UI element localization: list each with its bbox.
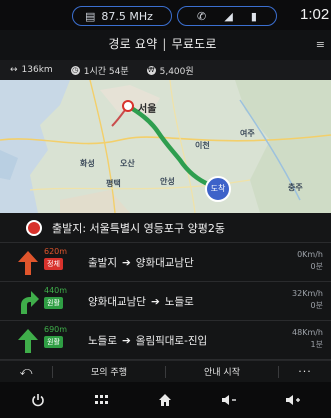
distance-icon: ↔ [10,65,18,75]
traffic-badge: 정체 [44,258,63,270]
time-value: 1시간 54분 [83,66,129,77]
step-stats: 0Km/h 0분 [297,249,323,273]
step-distance: 690m [44,325,68,334]
step-speed: 0Km/h [297,250,323,259]
straight-arrow-icon [18,329,38,353]
right-arrow-icon: ➔ [150,296,160,308]
map-label-osan: 오산 [120,159,135,168]
origin-text: 출발지: 서울특별시 영등포구 양평2동 [52,221,225,235]
right-arrow-icon: ➔ [121,257,131,269]
step-row-2[interactable]: 440m 원활 양화대교남단 ➔ 노들로 32Km/h 0분 [0,282,331,321]
map-label-chungju: 충주 [288,183,303,192]
map-label-hwaseong: 화성 [80,159,95,168]
step-route: 양화대교남단 ➔ 노들로 [88,294,194,309]
step-to: 올림픽대로-진입 [135,335,208,347]
bottom-nav [0,382,331,418]
origin-flag-icon [26,219,42,236]
title-separator: | [162,37,167,51]
step-speed: 32Km/h [292,289,323,298]
step-minutes: 1분 [310,340,323,349]
action-bar: ⤺ 모의 주행 안내 시작 ··· [0,360,331,382]
step-distance: 620m [44,247,68,256]
step-list: 620m 정체 출발지 ➔ 양화대교남단 0Km/h 0분 440m 원활 양화대교… [0,243,331,360]
apps-grid-icon [94,395,108,404]
radio-pill[interactable]: ▤ 87.5 MHz [72,6,172,26]
step-route: 노들로 ➔ 올림픽대로-진입 [88,333,207,348]
start-guidance-button[interactable]: 안내 시작 [166,365,278,378]
navigation-screen: ▤ 87.5 MHz ✆ ◢ ▮ 1:02 경로 요약 | 무료도로 ≡ ↔ 136… [0,0,331,418]
home-icon [159,394,172,406]
simulate-drive-button[interactable]: 모의 주행 [53,365,165,378]
route-map[interactable]: 서울 화성 오산 평택 이천 여주 안성 충주 [0,80,331,213]
clock-icon: ◷ [70,65,80,75]
destination-label: 도착 [210,184,226,193]
radio-icon: ▤ [85,9,96,23]
step-distance: 440m [44,286,68,295]
page-title: 경로 요약 | 무료도로 [60,35,265,52]
battery-icon: ▮ [250,9,257,23]
destination-pin[interactable]: 도착 [205,176,231,202]
radio-frequency: 87.5 MHz [101,9,153,23]
step-row-1[interactable]: 620m 정체 출발지 ➔ 양화대교남단 0Km/h 0분 [0,243,331,282]
summary-distance: ↔ 136km [10,65,53,75]
volume-down-icon [222,395,237,405]
step-minutes: 0분 [310,262,323,271]
back-arrow-icon: ⤺ [19,364,33,378]
straight-arrow-icon [18,251,38,275]
volume-up-icon [286,395,301,405]
traffic-badge: 원활 [44,336,63,348]
step-route: 출발지 ➔ 양화대교남단 [88,255,194,270]
volume-up-button[interactable] [275,386,311,414]
toll-value: 5,400원 [159,66,194,77]
step-from: 양화대교남단 [88,296,146,308]
map-label-icheon: 이천 [195,141,210,150]
step-stats: 32Km/h 0분 [292,288,323,312]
options-icon[interactable]: ≡ [316,38,325,51]
right-arrow-icon: ➔ [121,335,131,347]
summary-toll: ₩ 5,400원 [146,64,194,77]
power-button[interactable] [20,386,56,414]
step-to: 양화대교남단 [135,257,194,269]
step-speed: 48Km/h [292,328,323,337]
power-icon [32,394,44,407]
back-button[interactable]: ⤺ [0,364,52,379]
phone-icon: ✆ [197,9,207,23]
volume-down-button[interactable] [211,386,247,414]
more-button[interactable]: ··· [279,365,331,378]
toll-icon: ₩ [146,65,156,75]
map-label-seoul: 서울 [138,104,157,115]
home-button[interactable] [147,386,183,414]
step-from: 출발지 [88,257,117,269]
step-minutes: 0분 [310,301,323,310]
signal-icon: ◢ [224,9,233,23]
distance-value: 136km [21,65,53,75]
apps-button[interactable] [84,386,120,414]
map-canvas [0,80,331,213]
step-stats: 48Km/h 1분 [292,327,323,351]
map-label-anseong: 안성 [160,177,175,186]
step-to: 노들로 [164,296,194,308]
title-route-summary: 경로 요약 [108,37,158,51]
map-label-yeoju: 여주 [240,129,255,138]
turn-right-arrow-icon [21,291,39,314]
title-bar: 경로 요약 | 무료도로 ≡ [0,30,331,60]
status-bar: ▤ 87.5 MHz ✆ ◢ ▮ 1:02 [0,0,331,30]
title-free-road[interactable]: 무료도로 [172,37,217,51]
status-pill[interactable]: ✆ ◢ ▮ [177,6,277,26]
map-label-pyeongtaek: 평택 [106,179,121,188]
clock: 1:02 [300,6,330,23]
route-summary-bar: ↔ 136km ◷ 1시간 54분 ₩ 5,400원 [0,60,331,80]
summary-time: ◷ 1시간 54분 [70,64,129,77]
step-row-3[interactable]: 690m 원활 노들로 ➔ 올림픽대로-진입 48Km/h 1분 [0,321,331,360]
origin-row[interactable]: 출발지: 서울특별시 영등포구 양평2동 [0,213,331,243]
traffic-badge: 원활 [44,297,63,309]
step-from: 노들로 [88,335,117,347]
